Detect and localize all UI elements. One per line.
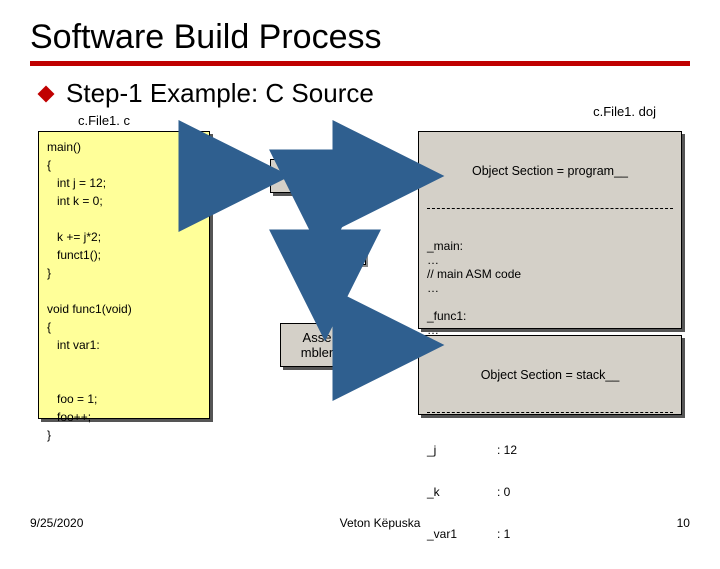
compiler-box: C-Compiler [270,159,380,193]
stack-var-name: _j [427,443,497,457]
footer: 9/25/2020 Veton Këpuska 10 [30,516,690,530]
stack-var-val: : 12 [497,443,537,457]
page-title: Software Build Process [30,18,690,57]
asm-file-label: . s [338,243,366,265]
diagram-area: c.File1. c main() { int j = 12; int k = … [30,113,690,473]
subhead-row: Step-1 Example: C Source [30,78,690,109]
object-program-box: Object Section = program__ _main: … // m… [418,131,682,329]
title-rule [30,61,690,66]
stack-var-name: _k [427,485,497,499]
divider [427,208,673,209]
footer-page: 10 [677,516,690,530]
assembler-box: Asse mbler [280,323,354,367]
object-stack-box: Object Section = stack__ _j : 12 _k : 0 … [418,335,682,415]
object-program-header: Object Section = program__ [427,164,673,178]
bullet-diamond-icon [38,85,55,102]
divider [427,412,673,413]
footer-author: Veton Këpuska [340,516,421,530]
stack-row: _j : 12 [427,443,673,457]
stack-var-val: : 0 [497,485,537,499]
source-file-label: c.File1. c [78,113,130,128]
source-code-box: main() { int j = 12; int k = 0; k += j*2… [38,131,210,419]
subhead: Step-1 Example: C Source [66,78,374,109]
footer-date: 9/25/2020 [30,516,83,530]
stack-row: _k : 0 [427,485,673,499]
object-stack-header: Object Section = stack__ [427,368,673,382]
